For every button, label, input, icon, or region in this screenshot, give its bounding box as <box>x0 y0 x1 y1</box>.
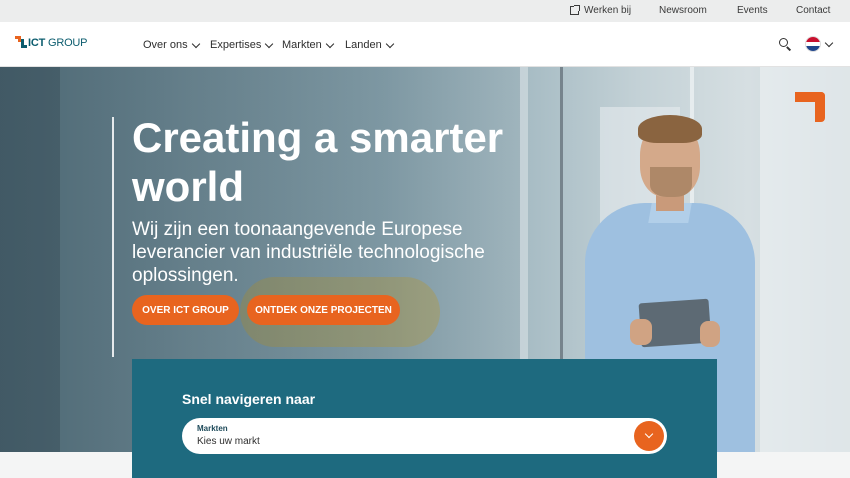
utility-bar: Werken bij Newsroom Events Contact <box>0 0 850 22</box>
netherlands-flag-icon[interactable] <box>806 37 820 51</box>
chevron-down-icon[interactable] <box>634 421 664 451</box>
chevron-down-icon <box>265 39 274 48</box>
ict-group-logo[interactable]: ICT GROUP <box>15 33 88 53</box>
select-value: Kies uw markt <box>197 436 260 447</box>
chevron-down-icon <box>191 39 200 48</box>
main-navigation: ICT GROUP Over ons Expertises Markten La… <box>0 22 850 67</box>
events-link[interactable]: Events <box>737 5 768 16</box>
nav-item-over-ons[interactable]: Over ons <box>143 39 200 51</box>
hero-subtitle: Wij zijn een toonaangevende Europese lev… <box>132 219 485 286</box>
hero-divider <box>112 117 114 357</box>
contact-link[interactable]: Contact <box>796 5 830 16</box>
hero-title: Creating a smarter world <box>132 114 504 210</box>
chevron-down-icon <box>385 39 394 48</box>
nav-item-markten[interactable]: Markten <box>282 39 334 51</box>
ontdek-projecten-button[interactable]: ONTDEK ONZE PROJECTEN <box>247 295 400 325</box>
quick-navigation-panel: Snel navigeren naar Markten Kies uw mark… <box>132 359 717 478</box>
over-ict-group-button[interactable]: OVER ICT GROUP <box>132 295 239 325</box>
newsroom-link[interactable]: Newsroom <box>659 5 707 16</box>
nav-item-landen[interactable]: Landen <box>345 39 394 51</box>
quick-nav-title: Snel navigeren naar <box>182 391 316 407</box>
werken-bij-link[interactable]: Werken bij <box>584 5 631 16</box>
logo-text: ICT GROUP <box>28 37 88 49</box>
market-select[interactable]: Markten Kies uw markt <box>182 418 667 454</box>
search-icon[interactable] <box>779 38 788 47</box>
select-label: Markten <box>197 424 228 433</box>
nav-item-expertises[interactable]: Expertises <box>210 39 274 51</box>
logo-mark-icon <box>15 33 27 49</box>
corner-accent-icon <box>795 92 825 122</box>
chevron-down-icon <box>325 39 334 48</box>
chevron-down-icon[interactable] <box>824 38 834 48</box>
external-link-icon <box>570 5 580 15</box>
